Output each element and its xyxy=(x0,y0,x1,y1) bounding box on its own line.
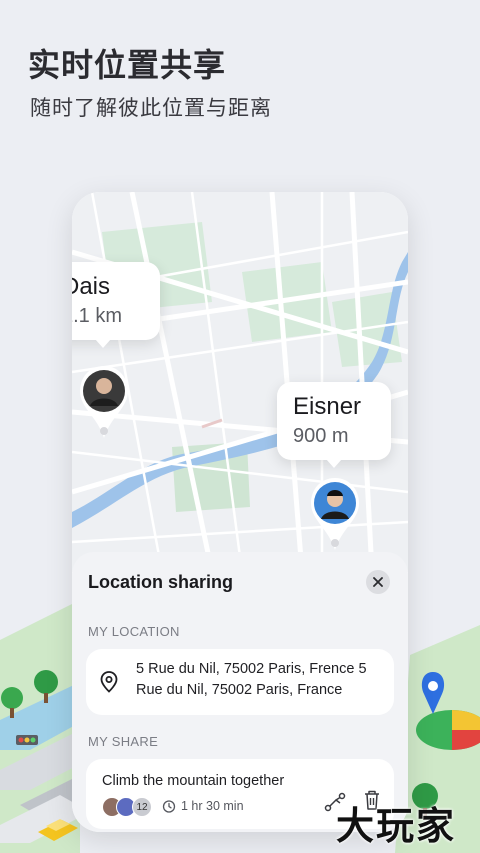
watermark: 大玩家 xyxy=(336,804,457,848)
contact-name: Eisner xyxy=(293,393,362,420)
my-share-label: MY SHARE xyxy=(88,734,159,749)
avatar-marker-eisner[interactable] xyxy=(308,476,362,554)
share-duration-text: 1 hr 30 min xyxy=(181,799,244,813)
share-title: Climb the mountain together xyxy=(102,773,285,789)
my-location-card[interactable]: 5 Rue du Nil, 75002 Paris, Frence 5 Rue … xyxy=(86,649,394,715)
page-subheadline: 随时了解彼此位置与距离 xyxy=(30,96,272,120)
share-duration: 1 hr 30 min xyxy=(162,799,244,813)
location-pin-icon xyxy=(100,671,118,693)
my-location-label: MY LOCATION xyxy=(88,624,180,639)
contact-bubble-eisner[interactable]: Eisner 900 m xyxy=(277,382,391,468)
avatar-marker-dais[interactable] xyxy=(77,364,131,442)
page-headline: 实时位置共享 xyxy=(28,46,227,84)
close-button[interactable] xyxy=(366,570,390,594)
contact-bubble-dais[interactable]: Dais 1.1 km xyxy=(72,262,160,348)
contact-distance: 1.1 km xyxy=(72,305,123,327)
traffic-light-icon xyxy=(16,735,38,745)
contact-distance: 900 m xyxy=(293,425,349,447)
contact-name: Dais xyxy=(72,273,111,300)
member-avatars: 12 xyxy=(102,797,152,817)
sheet-title: Location sharing xyxy=(88,572,234,592)
member-count-badge: 12 xyxy=(132,797,152,817)
location-sharing-sheet: Location sharing MY LOCATION 5 Rue du Ni… xyxy=(72,552,408,832)
timer-icon xyxy=(162,800,176,813)
phone-mockup: Dais 1.1 km Eisner 900 m Location sharin… xyxy=(72,192,408,832)
close-icon xyxy=(373,577,383,587)
my-location-address: 5 Rue du Nil, 75002 Paris, Frence 5 Rue … xyxy=(136,661,367,698)
